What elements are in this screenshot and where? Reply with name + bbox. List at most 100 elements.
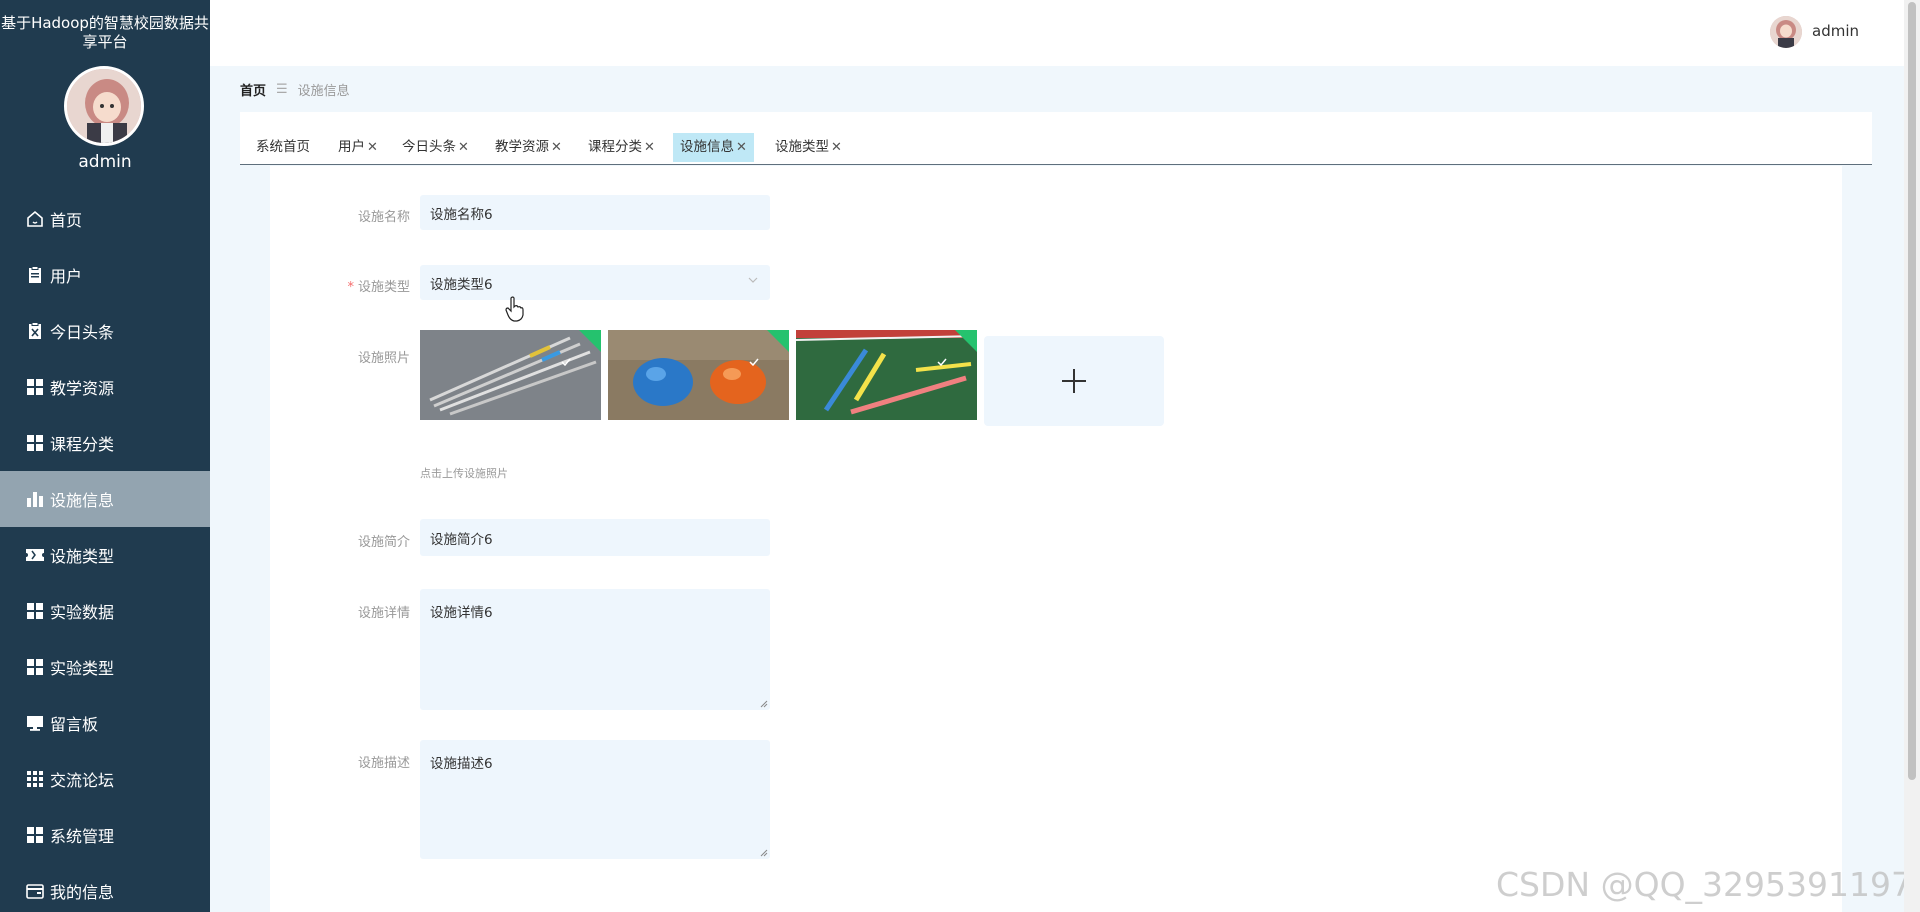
tab-facility-info[interactable]: 设施信息 ✕ [673,133,754,162]
sidebar-item-news[interactable]: 今日头条 [0,303,210,359]
close-icon[interactable]: ✕ [644,140,655,155]
system-title: 基于Hadoop的智慧校园数据共享平台 [1,14,209,51]
photo-thumbnail-relay-batons[interactable] [796,330,977,420]
tab-news[interactable]: 今日头条 ✕ [395,133,476,162]
sidebar-username: admin [78,152,132,172]
scrollbar[interactable] [1904,0,1920,912]
apps-icon [24,768,46,790]
sidebar-item-message-board[interactable]: 留言板 [0,695,210,751]
detail-label: 设施详情 [357,606,410,621]
close-icon[interactable]: ✕ [367,140,378,155]
tab-system-home[interactable]: 系统首页 [249,133,317,162]
sidebar-item-facility-info[interactable]: 设施信息 [0,471,210,527]
tab-label: 系统首页 [256,139,310,155]
sidebar-item-experiment-data[interactable]: 实验数据 [0,583,210,639]
breadcrumb-home[interactable]: 首页 [240,80,266,99]
avatar-image-icon [1770,16,1802,48]
resize-handle-icon[interactable] [760,849,768,857]
sidebar-item-my-info[interactable]: 我的信息 [0,863,210,912]
sidebar-item-label: 用户 [50,267,83,286]
wallet-icon [24,880,46,902]
photo-image-icon [608,330,789,420]
sidebar-item-system-management[interactable]: 系统管理 [0,807,210,863]
sidebar-item-label: 我的信息 [50,883,115,902]
check-icon [561,358,571,366]
tab-label: 课程分类 [588,139,642,155]
grid-icon [24,824,46,846]
uploaded-corner-badge [579,330,601,352]
facility-desc-textarea[interactable]: 设施描述6 [420,740,770,859]
facility-desc-value: 设施描述6 [430,756,493,772]
plus-icon [1062,369,1086,393]
scrollbar-thumb[interactable] [1908,2,1916,780]
breadcrumb-separator-icon: ☰ [276,82,288,97]
close-icon[interactable]: ✕ [831,140,842,155]
photos-label: 设施照片 [357,351,410,366]
check-icon [937,358,947,366]
facility-name-input[interactable]: 设施名称6 [420,195,770,230]
grid-icon [24,376,46,398]
grid-icon [24,432,46,454]
close-icon[interactable]: ✕ [458,140,469,155]
photo-thumbnail-balls[interactable] [608,330,789,420]
check-icon [749,358,759,366]
sidebar-item-facility-type[interactable]: 设施类型 [0,527,210,583]
clipboard-x-icon [24,320,46,342]
tab-label: 设施信息 [680,139,734,155]
sidebar-item-label: 教学资源 [50,379,115,398]
close-icon[interactable]: ✕ [551,140,562,155]
tab-facility-type[interactable]: 设施类型 ✕ [768,133,849,162]
facility-detail-value: 设施详情6 [430,605,493,621]
tab-label: 用户 [338,139,365,155]
sidebar-menu: 首页 用户 今日头条 教学资源 课程分类 设施信息 设施类型 实验数据 实验类型… [0,191,210,912]
tab-course-category[interactable]: 课程分类 ✕ [581,133,662,162]
name-label: 设施名称 [357,210,410,225]
top-header: admin [210,0,1904,66]
home-icon [24,208,46,230]
photo-upload-hint: 点击上传设施照片 [420,467,508,480]
photo-thumbnail-javelins[interactable] [420,330,601,420]
sidebar-item-home[interactable]: 首页 [0,191,210,247]
photo-image-icon [420,330,601,420]
facility-intro-input[interactable]: 设施简介6 [420,519,770,556]
sidebar-item-course-category[interactable]: 课程分类 [0,415,210,471]
sidebar-item-experiment-type[interactable]: 实验类型 [0,639,210,695]
sidebar-item-label: 交流论坛 [50,771,115,790]
bar-chart-icon [24,488,46,510]
sidebar-item-label: 首页 [50,211,83,230]
type-label: * 设施类型 [347,280,410,295]
photo-upload-button[interactable] [984,336,1164,426]
sidebar-item-users[interactable]: 用户 [0,247,210,303]
close-icon[interactable]: ✕ [736,140,747,155]
chevron-down-icon [748,277,758,283]
facility-type-value: 设施类型6 [430,276,493,293]
sidebar-item-label: 设施信息 [50,491,115,510]
facility-detail-textarea[interactable]: 设施详情6 [420,589,770,710]
breadcrumb: 首页 ☰ 设施信息 [240,80,350,99]
monitor-icon [24,712,46,734]
resize-handle-icon[interactable] [760,700,768,708]
sidebar-item-label: 系统管理 [50,827,115,846]
clipboard-icon [24,264,46,286]
tabs-bar: 系统首页 用户 ✕ 今日头条 ✕ 教学资源 ✕ 课程分类 ✕ 设施信息 ✕ 设施类型 ✕ [240,112,1872,165]
sidebar-item-teaching-resources[interactable]: 教学资源 [0,359,210,415]
sidebar-item-forum[interactable]: 交流论坛 [0,751,210,807]
sidebar-item-label: 设施类型 [50,547,115,566]
tab-teaching-resources[interactable]: 教学资源 ✕ [488,133,569,162]
tab-label: 教学资源 [495,139,549,155]
header-avatar[interactable] [1770,16,1802,48]
desc-label: 设施描述 [357,756,410,771]
grid-icon [24,656,46,678]
photo-image-icon [796,330,977,420]
sidebar-item-label: 实验数据 [50,603,115,622]
tab-users[interactable]: 用户 ✕ [331,133,385,162]
hand-cursor-icon [505,296,524,322]
uploaded-corner-badge [955,330,977,352]
tab-label: 设施类型 [775,139,829,155]
header-username[interactable]: admin [1812,22,1859,40]
sidebar-item-label: 留言板 [50,715,99,734]
avatar[interactable] [64,66,144,146]
facility-type-select[interactable]: 设施类型6 [420,265,770,300]
sidebar-item-label: 实验类型 [50,659,115,678]
uploaded-corner-badge [767,330,789,352]
